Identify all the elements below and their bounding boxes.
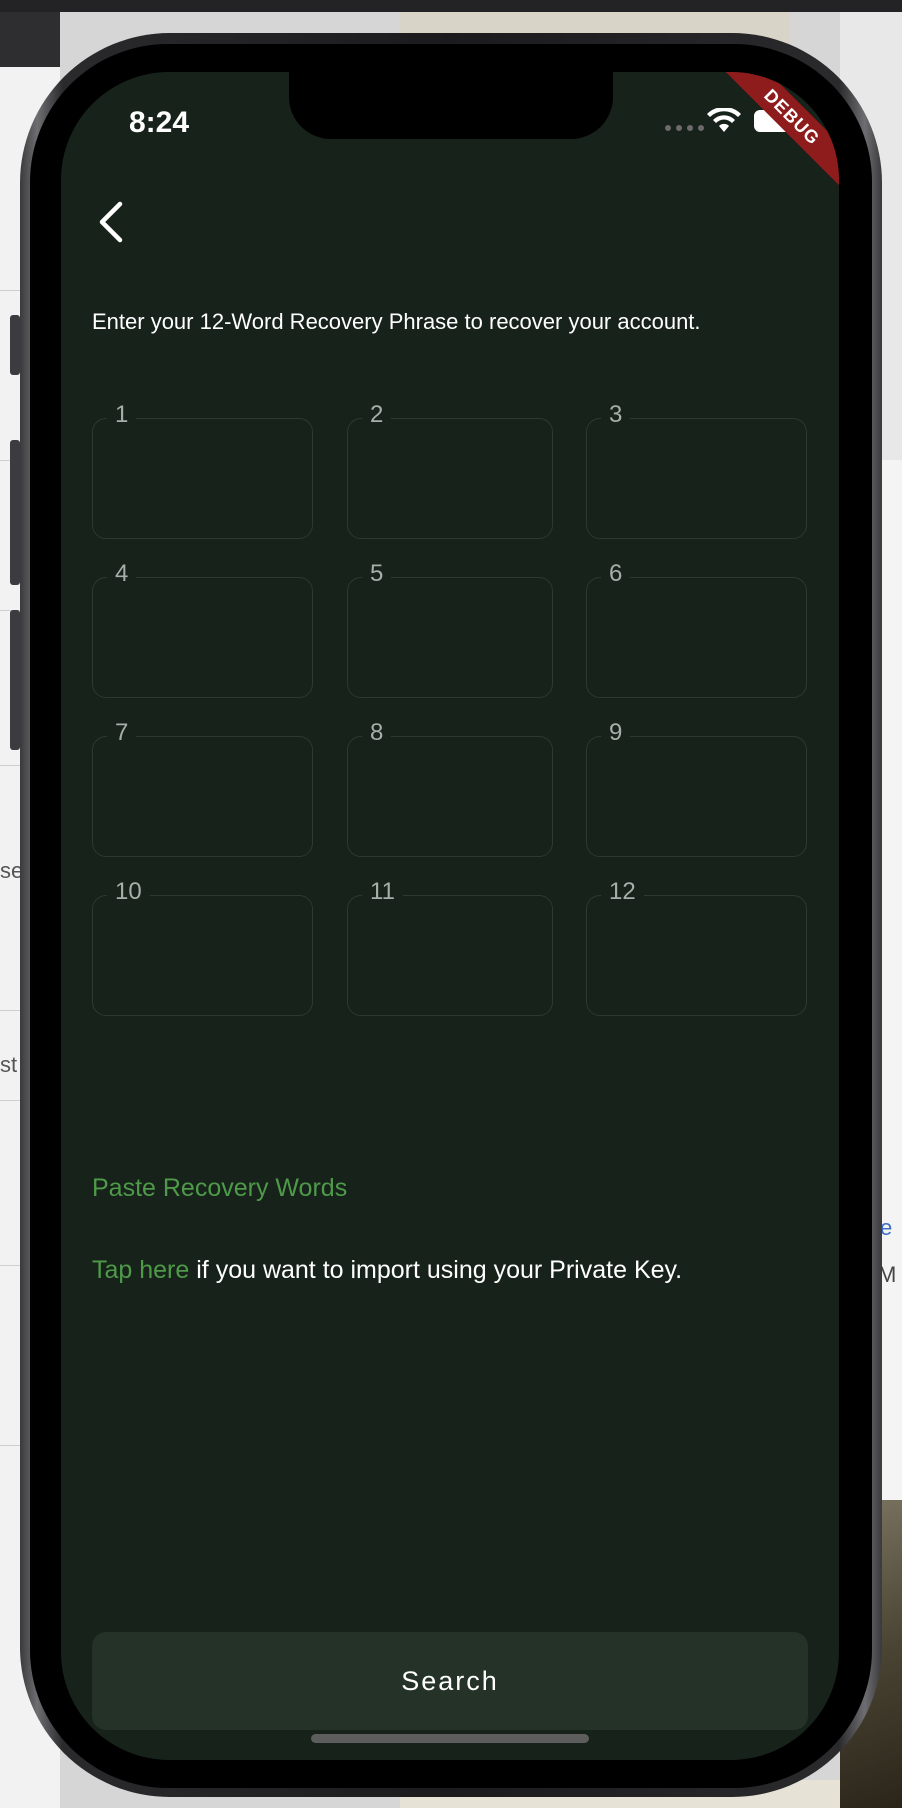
word-input[interactable] (362, 932, 538, 976)
home-indicator (311, 1734, 589, 1743)
word-input[interactable] (362, 773, 538, 817)
background-left-header (0, 12, 60, 67)
word-field-11[interactable]: 11 (347, 878, 553, 1016)
word-input[interactable] (601, 455, 792, 499)
notch (289, 72, 613, 139)
private-key-description: if you want to import using your Private… (189, 1256, 683, 1284)
word-input[interactable] (601, 932, 792, 976)
word-field-4[interactable]: 4 (92, 560, 313, 698)
word-field-10[interactable]: 10 (92, 878, 313, 1016)
background-bar (10, 440, 20, 585)
back-button[interactable] (85, 192, 135, 252)
wifi-icon (707, 108, 741, 132)
word-input[interactable] (601, 773, 792, 817)
word-label: 5 (362, 560, 392, 588)
word-field-9[interactable]: 9 (586, 719, 807, 857)
word-input[interactable] (362, 455, 538, 499)
word-field-8[interactable]: 8 (347, 719, 553, 857)
word-field-7[interactable]: 7 (92, 719, 313, 857)
word-input[interactable] (107, 455, 298, 499)
background-bar (10, 610, 20, 750)
desktop-top-bar (0, 0, 902, 12)
background-bar (10, 315, 20, 375)
word-label: 12 (601, 878, 644, 906)
word-label: 1 (107, 401, 137, 429)
paste-recovery-words-link[interactable]: Paste Recovery Words (92, 1174, 347, 1203)
cellular-signal-icon (665, 125, 704, 131)
instruction-text: Enter your 12-Word Recovery Phrase to re… (92, 309, 701, 334)
word-label: 8 (362, 719, 392, 747)
word-field-2[interactable]: 2 (347, 401, 553, 539)
word-label: 11 (362, 878, 403, 906)
word-label: 6 (601, 560, 631, 588)
chevron-left-icon (99, 201, 123, 243)
word-field-1[interactable]: 1 (92, 401, 313, 539)
word-input[interactable] (107, 932, 298, 976)
word-input[interactable] (107, 614, 298, 658)
word-label: 4 (107, 560, 137, 588)
word-field-3[interactable]: 3 (586, 401, 807, 539)
word-field-6[interactable]: 6 (586, 560, 807, 698)
word-field-12[interactable]: 12 (586, 878, 807, 1016)
word-label: 7 (107, 719, 137, 747)
tap-here-link[interactable]: Tap here (92, 1256, 189, 1284)
status-time: 8:24 (129, 106, 190, 139)
app-screen: 8:24 DEBUG Enter your 12-Word Recovery P… (61, 72, 839, 1760)
background-text: st (0, 1052, 18, 1077)
word-input[interactable] (107, 773, 298, 817)
word-field-5[interactable]: 5 (347, 560, 553, 698)
word-label: 9 (601, 719, 631, 747)
word-input[interactable] (601, 614, 792, 658)
word-label: 3 (601, 401, 631, 429)
word-input[interactable] (362, 614, 538, 658)
private-key-import-text: Tap here if you want to import using you… (92, 1256, 682, 1285)
word-label: 2 (362, 401, 392, 429)
word-label: 10 (107, 878, 150, 906)
search-button[interactable]: Search (92, 1632, 808, 1730)
